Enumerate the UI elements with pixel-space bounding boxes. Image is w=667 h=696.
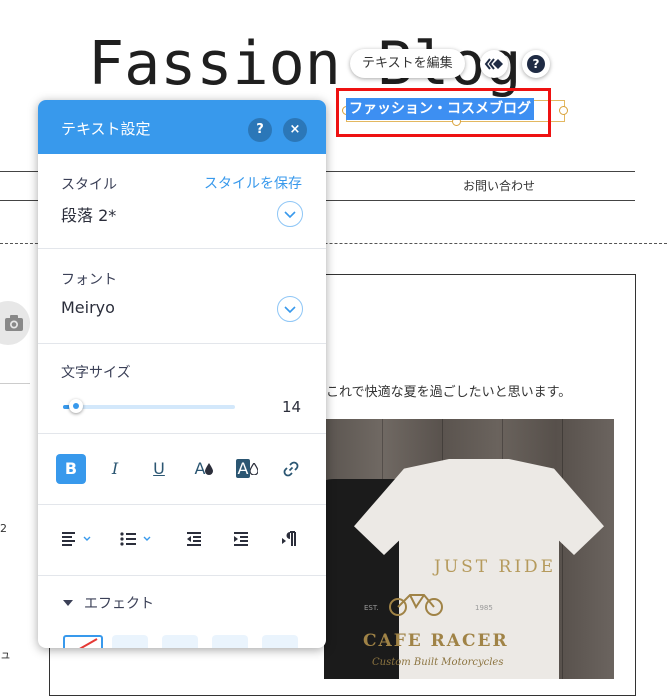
- chevron-down-icon: [284, 211, 296, 219]
- shirt-print-year: 1985: [475, 604, 493, 612]
- rtl-paragraph-icon: [282, 531, 296, 546]
- text-settings-panel: テキスト設定 ? × スタイル スタイルを保存 段落 2* フォント Meiry…: [38, 100, 326, 648]
- bullet-list-icon: [120, 532, 151, 546]
- camera-icon: [5, 315, 23, 331]
- shirt-print-top-text: JUST RIDE: [434, 557, 557, 577]
- effect-caret-icon[interactable]: [63, 600, 73, 606]
- italic-button[interactable]: I: [100, 454, 130, 484]
- text-direction-button[interactable]: [278, 524, 302, 554]
- font-dropdown-button[interactable]: [277, 296, 303, 322]
- left-edge-text: ュ: [0, 648, 11, 661]
- shirt-print-sub-text: Custom Built Motorcycles: [372, 657, 504, 668]
- media-button[interactable]: [0, 301, 30, 345]
- font-size-label: 文字サイズ: [61, 365, 131, 381]
- font-value[interactable]: Meiryo: [61, 298, 115, 317]
- effect-swatch[interactable]: [162, 635, 198, 648]
- resize-handle-right[interactable]: [559, 106, 568, 115]
- tshirt-photo[interactable]: JUST RIDE EST. 1985 CAFE RACER Custom Bu…: [324, 419, 614, 679]
- edit-text-button[interactable]: テキストを編集: [350, 49, 465, 78]
- indent-icon: [234, 532, 248, 546]
- section-divider: [38, 343, 326, 344]
- font-size-value[interactable]: 14: [282, 398, 301, 416]
- style-value[interactable]: 段落 2*: [61, 202, 116, 226]
- effect-swatch[interactable]: [212, 635, 248, 648]
- animation-icon: [484, 58, 503, 70]
- shirt-print-years: EST. 1985: [364, 604, 493, 612]
- chevron-down-icon: [284, 306, 296, 314]
- align-left-icon: [62, 532, 91, 546]
- effect-swatch[interactable]: [262, 635, 298, 648]
- left-edge-text: 2: [0, 522, 7, 535]
- alignment-dropdown[interactable]: [60, 524, 96, 554]
- effect-none-swatch[interactable]: [63, 635, 103, 648]
- menu-item-contact[interactable]: お問い合わせ: [463, 177, 535, 194]
- text-color-icon: A: [194, 459, 206, 478]
- link-icon: [283, 461, 299, 477]
- link-button[interactable]: [276, 454, 306, 484]
- decrease-indent-button[interactable]: [184, 524, 208, 554]
- color-drop-icon: [205, 463, 214, 475]
- help-button[interactable]: ?: [522, 50, 550, 78]
- effect-swatch[interactable]: [112, 635, 148, 648]
- font-size-slider-handle[interactable]: [69, 399, 83, 413]
- section-divider: [38, 433, 326, 434]
- shirt-print-est: EST.: [364, 604, 379, 612]
- style-dropdown-button[interactable]: [277, 201, 303, 227]
- highlight-icon: A: [235, 459, 251, 478]
- panel-close-button[interactable]: ×: [283, 118, 307, 142]
- section-divider: [38, 248, 326, 249]
- increase-indent-button[interactable]: [231, 524, 255, 554]
- effect-section-toggle[interactable]: エフェクト: [84, 593, 154, 613]
- outdent-icon: [187, 532, 201, 546]
- left-divider: [0, 383, 30, 384]
- underline-button[interactable]: U: [144, 454, 174, 484]
- highlight-color-button[interactable]: A: [232, 454, 262, 484]
- annotation-highlight-box: [336, 88, 551, 137]
- highlight-drop-icon: [249, 461, 260, 476]
- panel-header[interactable]: テキスト設定 ? ×: [38, 100, 326, 154]
- section-divider: [38, 504, 326, 505]
- font-label: フォント: [61, 272, 117, 288]
- text-color-button[interactable]: A: [189, 454, 219, 484]
- bold-button[interactable]: B: [56, 454, 86, 484]
- style-label: スタイル: [61, 177, 117, 193]
- save-style-link[interactable]: スタイルを保存: [204, 173, 302, 193]
- no-effect-icon: [79, 638, 98, 648]
- panel-title: テキスト設定: [61, 120, 151, 138]
- motorcycle-icon: [386, 585, 446, 621]
- panel-help-button[interactable]: ?: [248, 118, 272, 142]
- help-icon: ?: [527, 55, 545, 73]
- wood-plank-line: [562, 419, 563, 679]
- font-size-slider[interactable]: [63, 405, 235, 409]
- shirt-print-main-text: CAFE RACER: [363, 631, 509, 651]
- post-body-text[interactable]: これで快適な夏を過ごしたいと思います。: [326, 381, 571, 400]
- section-divider: [38, 575, 326, 576]
- animation-button[interactable]: [480, 50, 508, 78]
- list-dropdown[interactable]: [118, 524, 158, 554]
